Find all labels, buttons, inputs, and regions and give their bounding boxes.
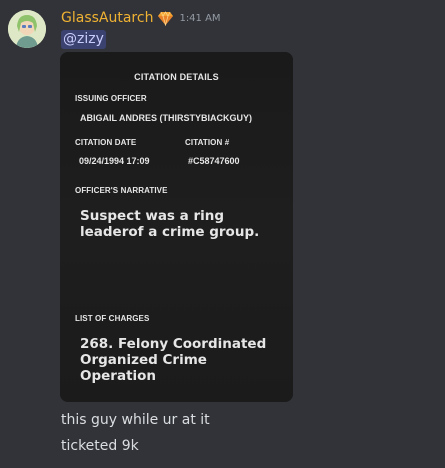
avatar-image [8,10,46,48]
narrative-label: OFFICER'S NARRATIVE [75,186,168,195]
timestamp: 1:41 AM [179,12,221,24]
issuing-officer-label: ISSUING OFFICER [75,94,147,103]
user-mention[interactable]: @zizy [61,30,106,49]
citation-image[interactable]: CITATION DETAILS ISSUING OFFICER ABIGAIL… [60,52,293,402]
citation-title: CITATION DETAILS [134,72,219,82]
message-line-1: this guy while ur at it [61,412,210,428]
citation-number-label: CITATION # [185,138,230,147]
charges-label: LIST OF CHARGES [75,314,150,323]
message-line-2: ticketed 9k [61,438,139,454]
message-header: GlassAutarch 1:41 AM [61,8,221,28]
avatar[interactable] [8,10,46,48]
chat-message: GlassAutarch 1:41 AM @zizy CITATION DETA… [0,0,445,468]
username[interactable]: GlassAutarch [61,10,153,26]
charges-text: 268. Felony Coordinated Organized Crime … [80,336,267,384]
citation-date-value: 09/24/1994 17:09 [79,156,150,166]
orange-gem-icon[interactable] [157,10,174,26]
issuing-officer-value: ABIGAIL ANDRES (THIRSTYBIACKGUY) [80,113,253,123]
citation-number-value: #C58747600 [188,156,240,166]
narrative-text: Suspect was a ring leaderof a crime grou… [80,208,260,240]
citation-date-label: CITATION DATE [75,138,137,147]
